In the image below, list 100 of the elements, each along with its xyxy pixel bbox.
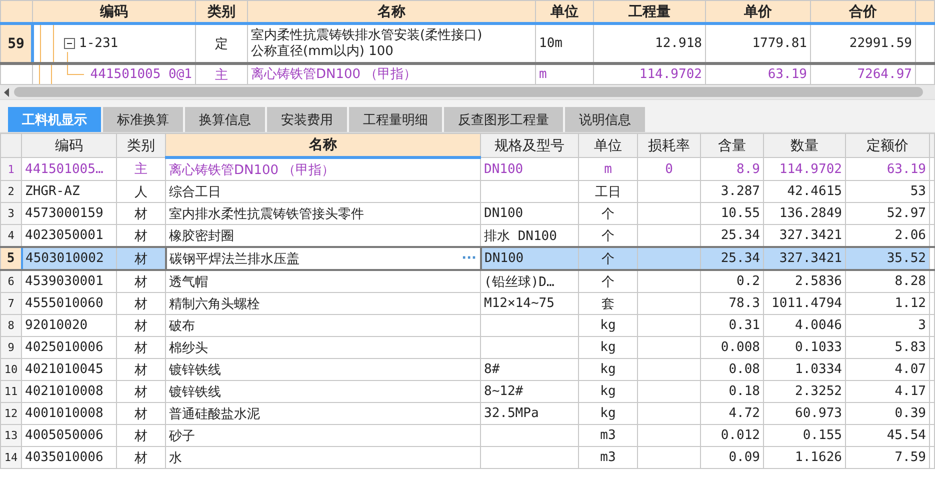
column-header[interactable]: 合价	[810, 0, 916, 24]
table-cell: 材	[134, 340, 148, 356]
table-cell: 52.97	[886, 206, 926, 221]
row-number: 4	[0, 224, 22, 247]
row-number: 14	[0, 446, 22, 468]
table-cell: 定	[215, 36, 228, 52]
table-cell: 63.19	[768, 67, 807, 82]
table-row[interactable]: 9 4025010006 材 棉纱头 kg 0.008 0.1033 5.83	[0, 336, 934, 358]
table-cell: DN100	[484, 162, 524, 176]
column-header[interactable]: 单位	[578, 134, 638, 158]
table-cell: 22991.59	[849, 36, 912, 51]
table-cell: 35.52	[886, 251, 926, 266]
table-cell: m	[539, 67, 547, 82]
table-cell: 8.28	[894, 274, 926, 289]
tab[interactable]: 标准换算	[103, 107, 183, 132]
column-header[interactable]: 类别	[196, 0, 248, 24]
table-cell: kg	[600, 318, 616, 333]
table-row[interactable]: 12 4001010008 材 普通硅酸盐水泥 32.5MPa kg 4.72 60.973 0.39	[0, 402, 934, 424]
table-cell: 1.1626	[795, 450, 842, 465]
column-header[interactable]: 损耗率	[638, 134, 700, 158]
table-cell: 0.18	[728, 384, 760, 399]
row-number: 11	[0, 380, 22, 402]
table-cell: ZHGR-AZ	[25, 184, 80, 199]
table-cell: 材	[134, 228, 148, 244]
tab[interactable]: 安装费用	[267, 107, 347, 132]
table-row[interactable]: 13 4005050006 材 砂子 m3 0.012 0.155 45.54	[0, 424, 934, 446]
table-cell: 4.17	[894, 384, 926, 399]
name-field[interactable]: 碳钢平焊法兰排水压盖 ···	[168, 249, 478, 268]
column-header[interactable]: 名称	[166, 134, 480, 158]
table-cell: 327.3421	[779, 228, 842, 243]
table-cell: 材	[134, 406, 148, 422]
table-cell: 5.83	[894, 340, 926, 355]
column-header[interactable]: 类别	[116, 134, 166, 158]
table-cell: 63.19	[886, 162, 926, 176]
table-cell: 人	[134, 184, 148, 200]
column-header[interactable]: 单位	[536, 0, 594, 24]
column-header[interactable]: 规格及型号	[480, 134, 578, 158]
table-cell: 棉纱头	[169, 340, 208, 356]
tab[interactable]: 说明信息	[565, 107, 645, 132]
tab[interactable]: 反查图形工程量	[444, 107, 563, 132]
table-cell: 0.31	[728, 318, 760, 333]
tab[interactable]: 工程量明细	[349, 107, 442, 132]
column-header[interactable]: 数量	[764, 134, 846, 158]
collapse-icon[interactable]	[64, 38, 75, 49]
table-cell: 室内柔性抗震铸铁排水管安装(柔性接口) 公称直径(mm以内) 100	[251, 28, 482, 58]
table-row[interactable]: 6 4539030001 材 透气帽 (铅丝球)D… 个 0.2 2.5836 8.28	[0, 270, 934, 292]
table-row[interactable]: 3 4573000159 材 室内排水柔性抗震铸铁管接头零件 DN100 个 10.55 136.2849 52.97	[0, 202, 934, 224]
table-cell: 材	[134, 274, 148, 290]
table-row[interactable]: 1 441501005… 主 离心铸铁管DN100 （甲指） DN100 m 0 8.9 114.9702 63.19	[0, 158, 934, 180]
table-cell: kg	[600, 362, 616, 377]
table-row[interactable]: 7 4555010060 材 精制六角头螺栓 M12×14~75 套 78.3 1011.4794 1.12	[0, 292, 934, 314]
table-cell: 8#	[484, 362, 500, 377]
row-number: 5	[0, 247, 22, 270]
table-cell: 4021010045	[25, 362, 104, 377]
table-cell: 材	[134, 362, 148, 378]
table-row[interactable]: 11 4021010008 材 镀锌铁线 8~12# kg 0.18 2.3252 4.17	[0, 380, 934, 402]
table-cell: 10.55	[720, 206, 760, 221]
column-header[interactable]: 工程量	[594, 0, 706, 24]
table-cell: 材	[134, 252, 148, 266]
scrollbar-thumb[interactable]	[14, 87, 923, 97]
table-row[interactable]: 8 92010020 材 破布 kg 0.31 4.0046 3	[0, 314, 934, 336]
table-cell: 镀锌铁线	[169, 362, 221, 378]
table-cell: 4005050006	[25, 428, 104, 443]
table-cell: 7264.97	[857, 67, 912, 82]
table-cell: 0	[665, 162, 673, 176]
table-cell: DN100	[484, 206, 524, 221]
row-number[interactable]: 59	[0, 24, 32, 64]
table-cell: 3.287	[720, 184, 760, 199]
column-header[interactable]: 单价	[706, 0, 810, 24]
table-cell: 8.9	[736, 162, 760, 176]
table-cell: 镀锌铁线	[169, 384, 221, 400]
table-cell: 4.72	[728, 406, 760, 421]
table-row[interactable]: 10 4021010045 材 镀锌铁线 8# kg 0.08 1.0334 4.07	[0, 358, 934, 380]
column-header[interactable]: 编码	[32, 0, 196, 24]
table-cell: 4539030001	[25, 274, 104, 289]
table-cell: 4021010008	[25, 384, 104, 399]
tab[interactable]: 换算信息	[185, 107, 265, 132]
table-cell: 材	[134, 450, 148, 466]
table-cell: 主	[215, 68, 228, 82]
column-header[interactable]: 含量	[700, 134, 764, 158]
table-cell: 透气帽	[169, 274, 208, 290]
table-row[interactable]: 5 4503010002 材 碳钢平焊法兰排水压盖 ··· DN100 个 25.34 327.3421 35.52	[0, 247, 934, 270]
column-header[interactable]: 定额价	[846, 134, 930, 158]
table-cell: 个	[602, 206, 614, 222]
table-cell: 114.9702	[639, 67, 702, 82]
table-row[interactable]: 14 4035010006 材 水 m3 0.09 1.1626 7.59	[0, 446, 934, 468]
table-cell: 0.1033	[795, 340, 842, 355]
table-cell: 材	[134, 206, 148, 222]
scroll-left-icon[interactable]	[4, 88, 10, 96]
horizontal-scrollbar[interactable]	[0, 85, 935, 100]
column-header[interactable]: 名称	[248, 0, 536, 24]
column-header[interactable]: 编码	[22, 134, 116, 158]
table-cell: 工日	[595, 184, 621, 200]
table-cell: 10m	[539, 36, 562, 51]
table-cell: 92010020	[25, 318, 88, 333]
table-row[interactable]: 2 ZHGR-AZ 人 综合工日 工日 3.287 42.4615 53	[0, 180, 934, 202]
table-cell: 4503010002	[26, 251, 104, 266]
table-cell: 破布	[169, 318, 195, 334]
table-cell: 327.3421	[779, 251, 842, 266]
table-cell: 材	[134, 296, 148, 312]
